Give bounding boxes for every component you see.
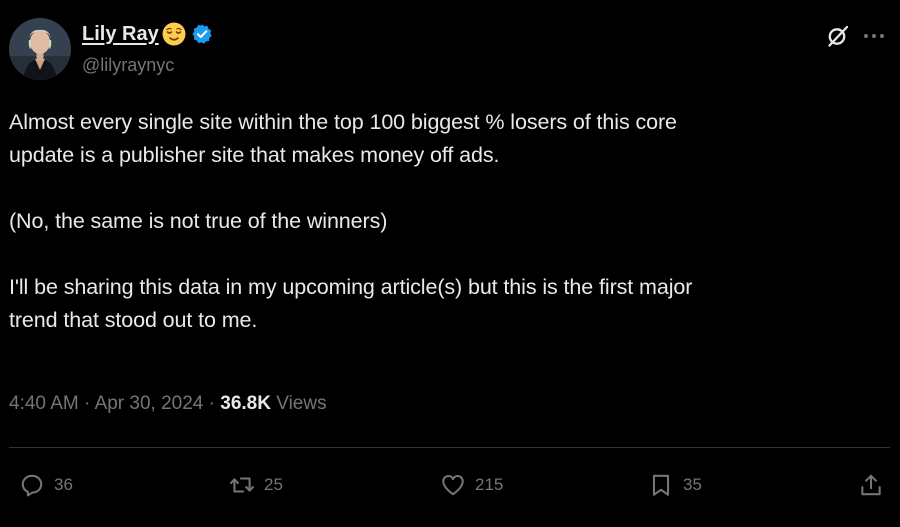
avatar[interactable] xyxy=(9,18,71,80)
repost-button[interactable]: 25 xyxy=(229,470,283,500)
bookmark-icon xyxy=(652,474,670,496)
separator-dot: · xyxy=(208,393,215,414)
reply-count: 36 xyxy=(54,475,73,494)
tweet-line: (No, the same is not true of the winners… xyxy=(9,209,388,233)
views-count: 36.8K xyxy=(220,393,271,414)
repost-count: 25 xyxy=(264,475,283,494)
repost-icon xyxy=(229,477,255,493)
author-handle[interactable]: @lilyraynyc xyxy=(82,55,174,76)
tweet: Lily Ray @lilyraynyc Almost every single… xyxy=(0,0,900,527)
tweet-line: I'll be sharing this data in my upcoming… xyxy=(9,275,693,299)
bookmark-count: 35 xyxy=(683,475,702,494)
tweet-metadata: 4:40 AM · Apr 30, 2024 · 36.8K Views xyxy=(9,393,327,415)
like-button[interactable]: 215 xyxy=(440,470,503,500)
author-display-name[interactable]: Lily Ray xyxy=(82,23,159,46)
reply-button[interactable]: 36 xyxy=(19,470,73,500)
like-count: 215 xyxy=(475,475,504,494)
tweet-line: Almost every single site within the top … xyxy=(9,110,677,134)
heart-icon xyxy=(442,474,464,496)
divider xyxy=(9,447,890,448)
grok-icon[interactable] xyxy=(826,24,850,48)
views-label: Views xyxy=(276,393,327,414)
share-button[interactable] xyxy=(858,470,884,500)
tweet-time[interactable]: 4:40 AM xyxy=(9,393,79,414)
reply-icon xyxy=(21,474,43,497)
share-icon xyxy=(861,474,881,496)
tweet-line: trend that stood out to me. xyxy=(9,308,258,332)
separator-dot: · xyxy=(84,393,91,414)
author-name-row: Lily Ray xyxy=(82,21,213,47)
relieved-face-emoji-icon xyxy=(162,22,186,46)
bookmark-button[interactable]: 35 xyxy=(648,470,702,500)
tweet-date[interactable]: Apr 30, 2024 xyxy=(95,393,204,414)
more-options-icon[interactable] xyxy=(861,25,887,47)
verified-badge-icon[interactable] xyxy=(191,23,213,45)
tweet-text: Almost every single site within the top … xyxy=(9,106,897,337)
tweet-line: update is a publisher site that makes mo… xyxy=(9,143,500,167)
